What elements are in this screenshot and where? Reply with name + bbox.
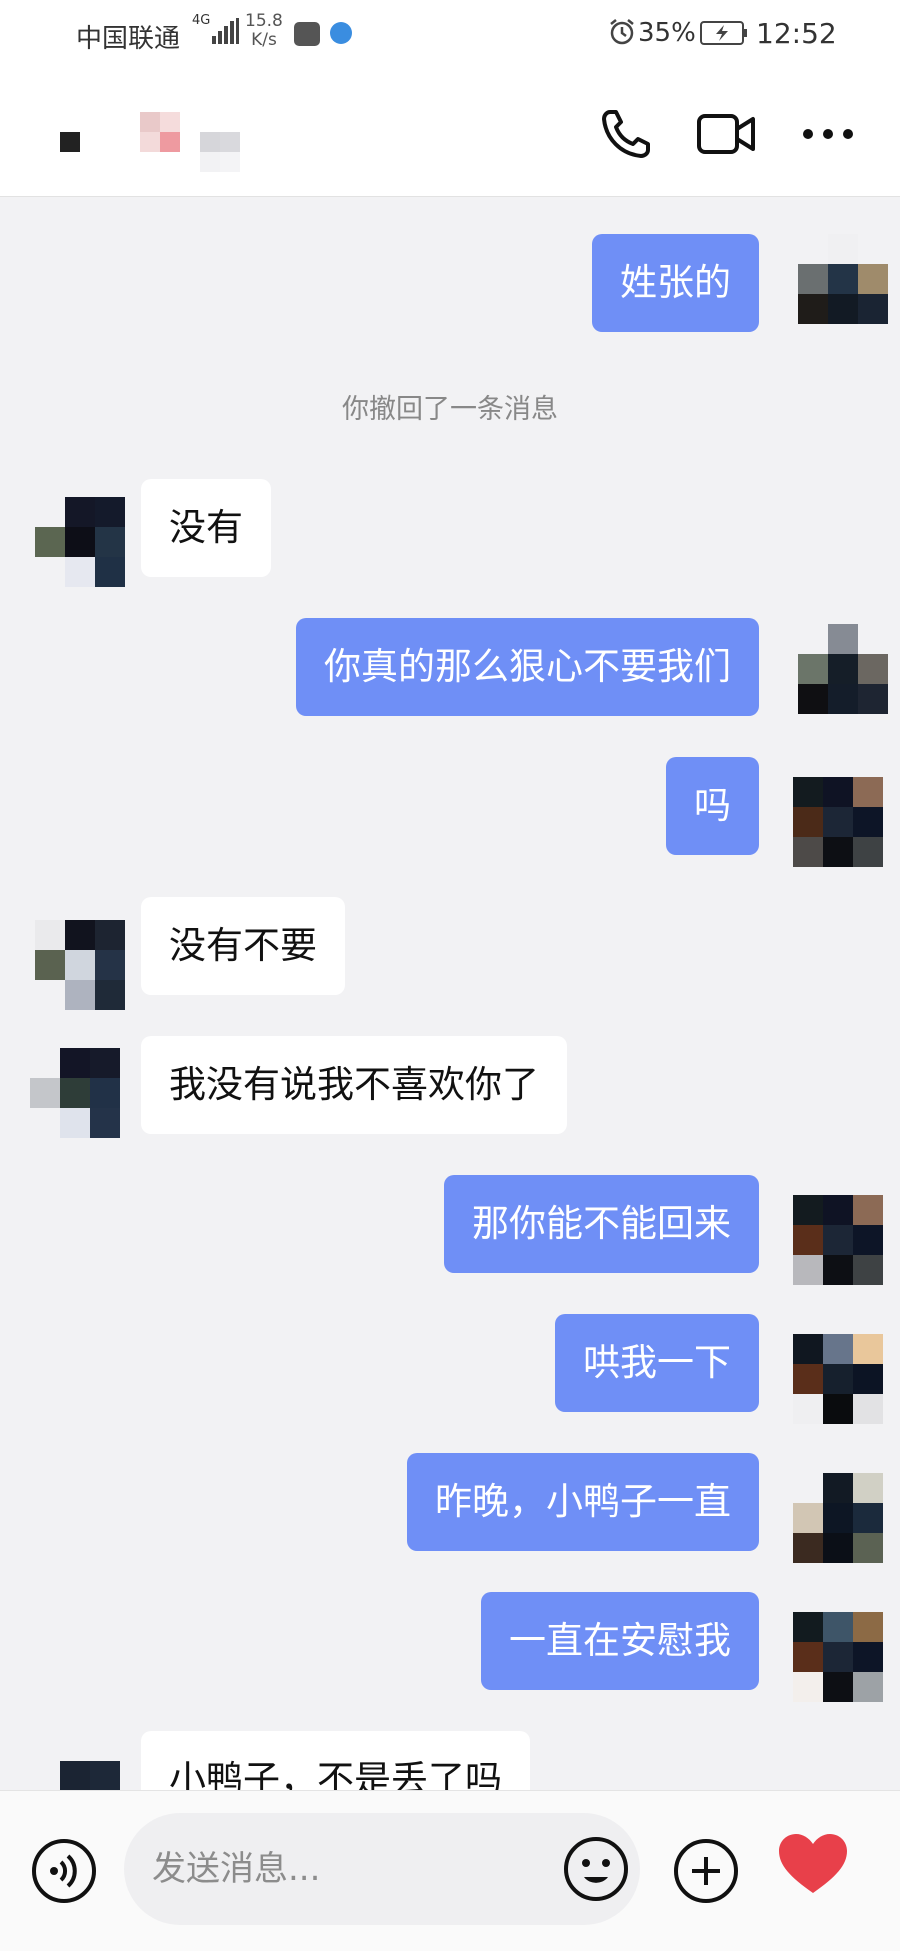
message-bubble-outgoing[interactable]: 那你能不能回来 xyxy=(444,1175,759,1273)
more-icon[interactable] xyxy=(800,126,856,142)
my-avatar[interactable] xyxy=(798,624,888,714)
network-type-label: 4G xyxy=(192,13,211,28)
contact-avatar-small[interactable] xyxy=(35,497,125,587)
contact-avatar-small[interactable] xyxy=(60,1761,150,1790)
my-avatar[interactable] xyxy=(798,234,888,324)
my-avatar[interactable] xyxy=(793,1473,883,1563)
message-bubble-incoming[interactable]: 小鸭子，不是丢了吗 xyxy=(141,1731,530,1790)
contact-avatar-small[interactable] xyxy=(30,1048,120,1138)
message-bubble-outgoing[interactable]: 哄我一下 xyxy=(555,1314,759,1412)
plus-icon[interactable] xyxy=(672,1837,740,1905)
emoji-icon[interactable] xyxy=(562,1835,630,1903)
message-bubble-outgoing[interactable]: 吗 xyxy=(666,757,759,855)
voice-icon[interactable] xyxy=(30,1837,98,1905)
input-bar xyxy=(0,1790,900,1951)
message-bubble-outgoing[interactable]: 姓张的 xyxy=(592,234,759,332)
alarm-icon xyxy=(610,19,634,45)
contact-avatar-small[interactable] xyxy=(35,920,125,1010)
video-icon[interactable] xyxy=(696,110,756,158)
my-avatar[interactable] xyxy=(793,777,883,867)
contact-avatar[interactable] xyxy=(140,112,180,152)
message-list[interactable]: 姓张的 你撤回了一条消息 没有 你真的那么狠心不要我们 吗 没有不要 我没有说我… xyxy=(0,197,900,1790)
my-avatar[interactable] xyxy=(793,1334,883,1424)
my-avatar[interactable] xyxy=(793,1612,883,1702)
carrier-label: 中国联通 xyxy=(76,24,181,54)
recall-notice: 你撤回了一条消息 xyxy=(342,394,558,425)
app-notification-icon xyxy=(294,22,320,46)
message-bubble-incoming[interactable]: 我没有说我不喜欢你了 xyxy=(141,1036,567,1134)
network-speed-value: 15.8 xyxy=(245,11,283,31)
battery-charging-icon xyxy=(700,21,747,45)
clock: 12:52 xyxy=(756,17,837,50)
back-icon[interactable] xyxy=(60,132,80,152)
signal-icon xyxy=(212,18,239,44)
message-bubble-outgoing[interactable]: 一直在安慰我 xyxy=(481,1592,759,1690)
battery-percent: 35% xyxy=(638,18,696,48)
status-bar: 中国联通 4G 15.8 K/s 35% 12:52 xyxy=(0,0,900,70)
message-bubble-incoming[interactable]: 没有 xyxy=(141,479,271,577)
message-bubble-incoming[interactable]: 没有不要 xyxy=(141,897,345,995)
message-bubble-outgoing[interactable]: 你真的那么狠心不要我们 xyxy=(296,618,759,716)
chat-header xyxy=(0,70,900,197)
heart-icon[interactable] xyxy=(776,1831,850,1897)
message-bubble-outgoing[interactable]: 昨晚，小鸭子一直 xyxy=(407,1453,759,1551)
browser-notification-icon xyxy=(330,22,352,44)
network-speed: 15.8 K/s xyxy=(245,12,283,50)
contact-name-blurred xyxy=(200,132,240,172)
network-speed-unit: K/s xyxy=(251,30,277,50)
phone-icon[interactable] xyxy=(598,106,654,162)
my-avatar[interactable] xyxy=(793,1195,883,1285)
